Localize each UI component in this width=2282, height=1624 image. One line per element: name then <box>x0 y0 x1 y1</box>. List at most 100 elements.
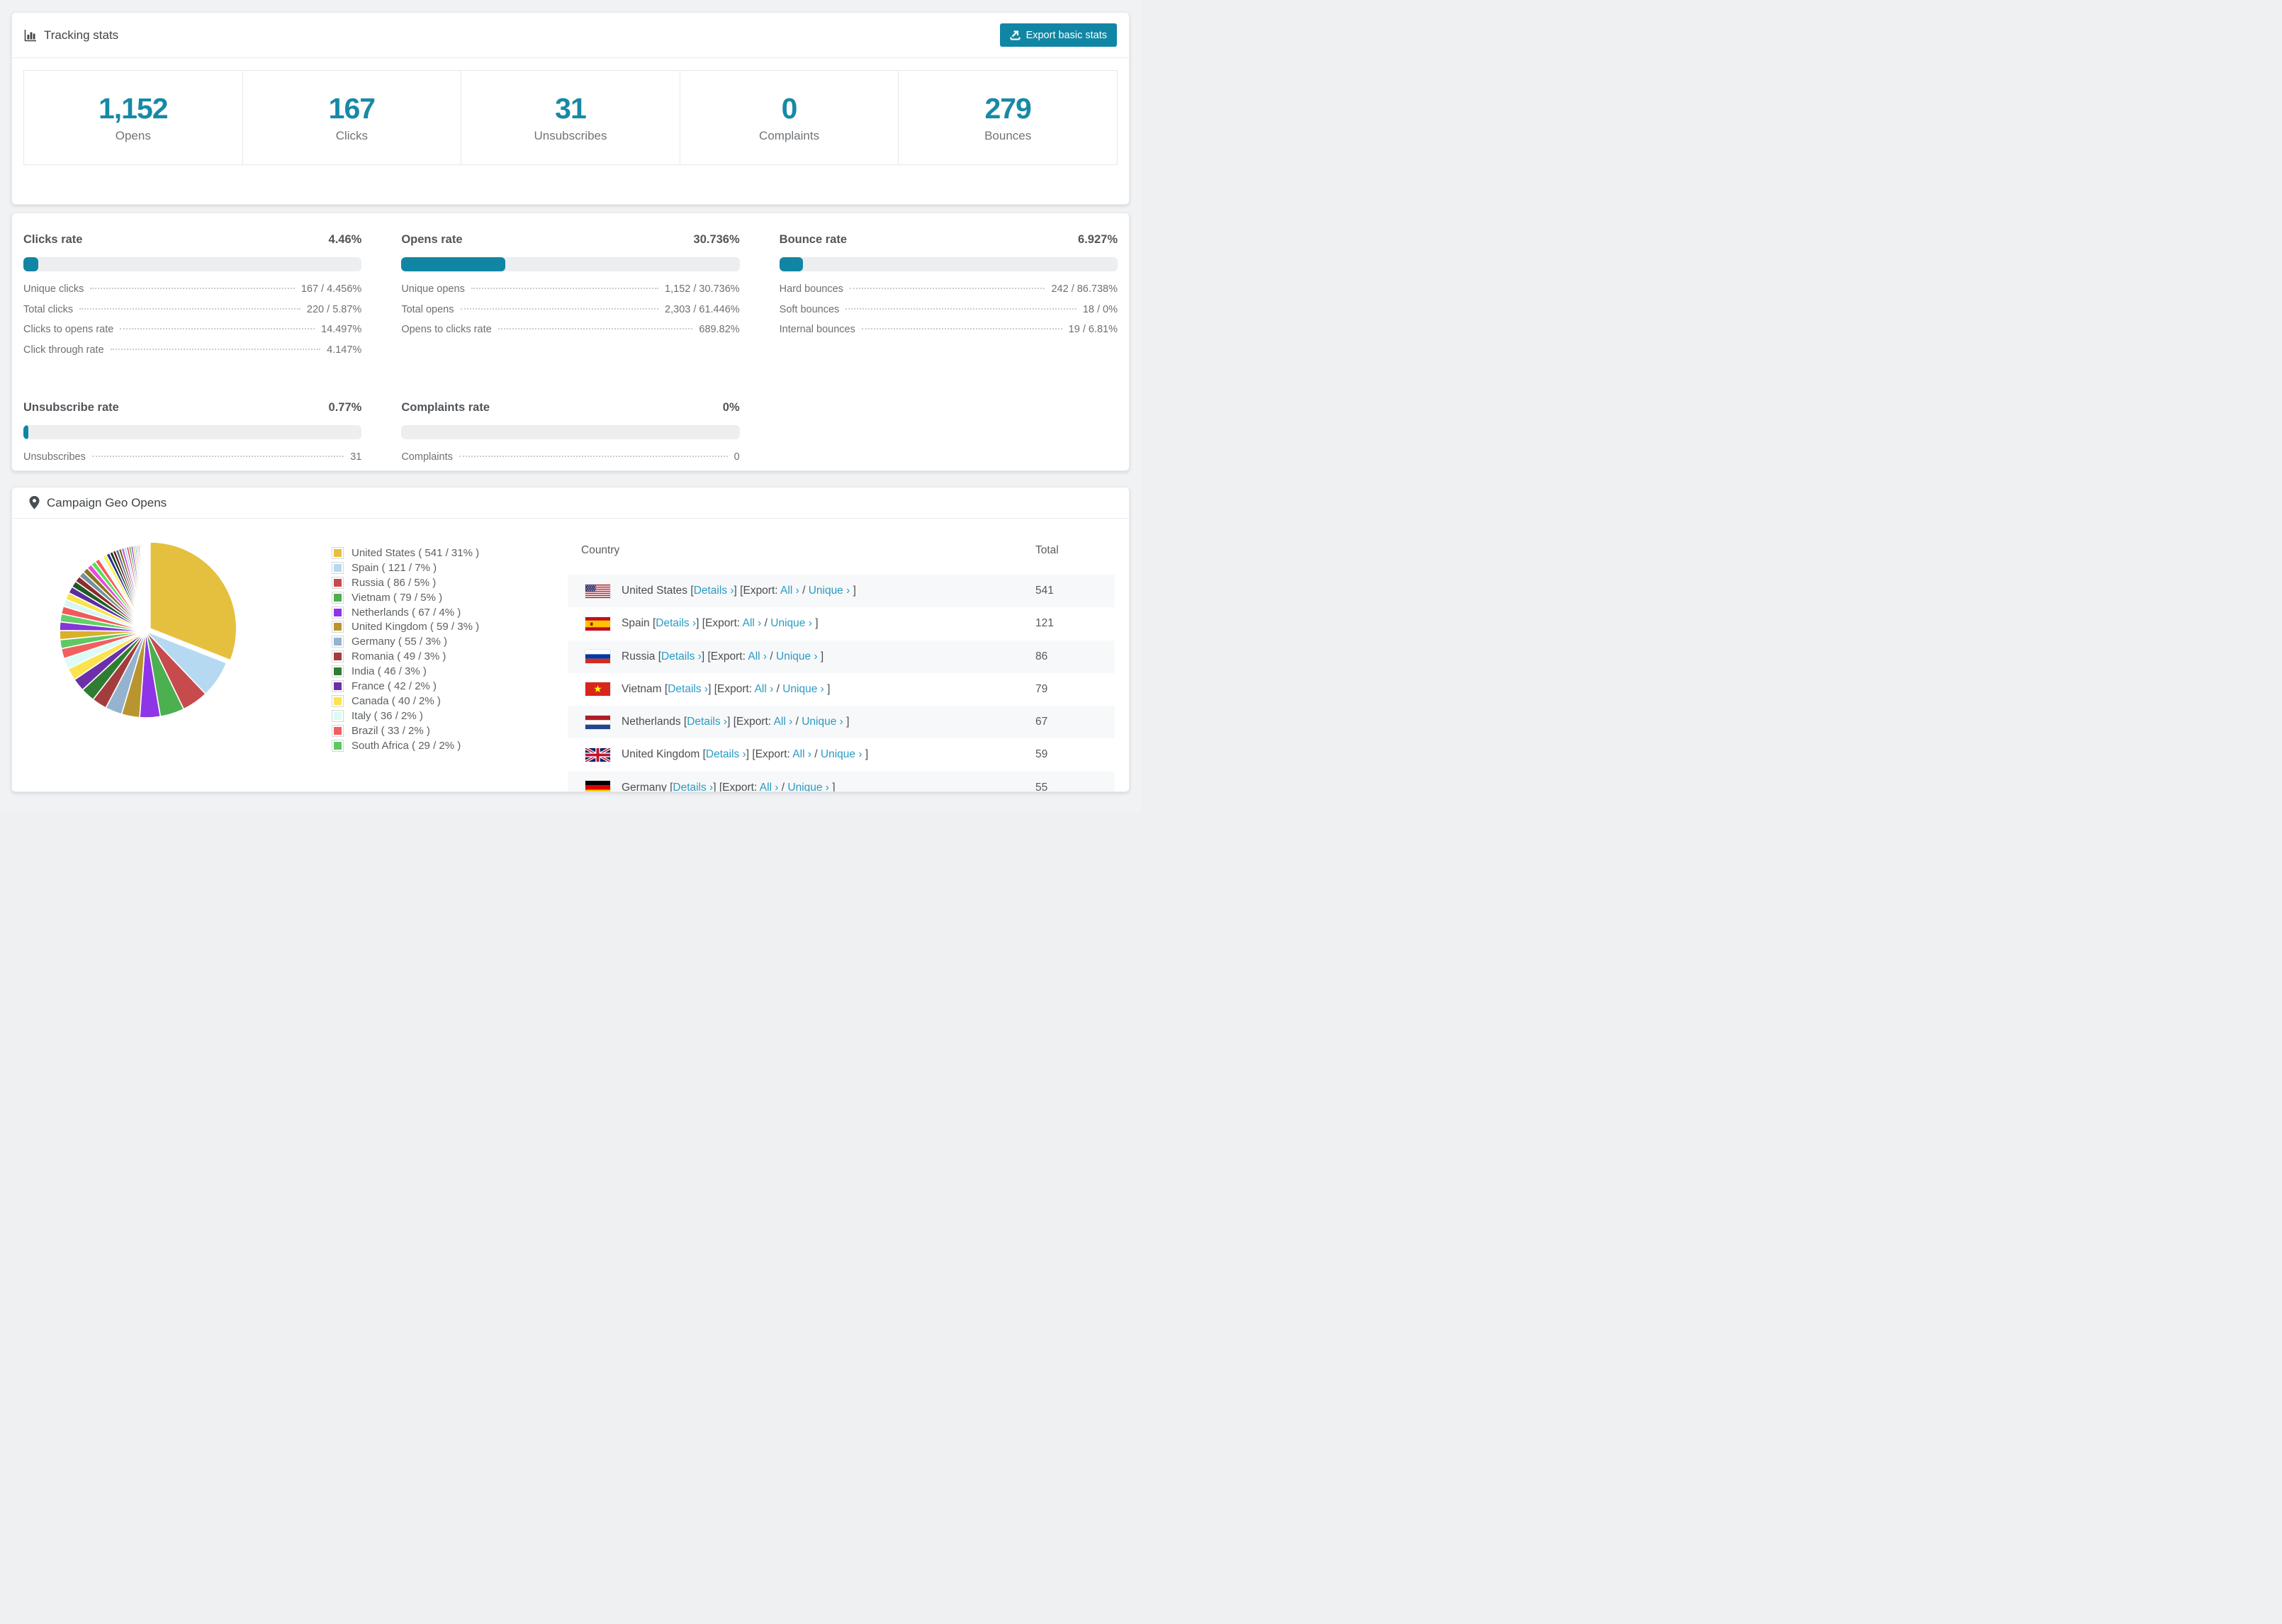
rate-row: Internal bounces 19 / 6.81% <box>780 324 1118 344</box>
rate-block: Clicks rate 4.46% Unique clicks 167 / 4.… <box>23 233 362 364</box>
stat-value: 31 <box>555 92 587 125</box>
legend-item: Vietnam ( 79 / 5% ) <box>332 590 479 605</box>
rate-progress-track <box>23 425 362 439</box>
stat-label: Opens <box>115 129 151 142</box>
export-unique-link[interactable]: Unique › <box>787 782 829 791</box>
rate-row: Total opens 2,303 / 61.446% <box>401 304 739 325</box>
geo-table-header: Country Total <box>568 541 1115 575</box>
stat-value: 167 <box>328 92 376 125</box>
country-cell: Russia [Details ›] [Export: All › / Uniq… <box>622 650 824 662</box>
details-link[interactable]: Details › <box>673 782 713 791</box>
details-link[interactable]: Details › <box>694 585 734 597</box>
campaign-geo-opens-card: Campaign Geo Opens United States ( 541 /… <box>11 487 1130 792</box>
rate-title: Opens rate <box>401 233 463 246</box>
legend-item: South Africa ( 29 / 2% ) <box>332 738 479 753</box>
export-all-link[interactable]: All › <box>743 617 762 629</box>
export-basic-stats-button[interactable]: Export basic stats <box>999 23 1117 47</box>
tracking-stats-header: Tracking stats Export basic stats <box>12 13 1129 58</box>
export-unique-link[interactable]: Unique › <box>770 617 812 629</box>
export-all-link[interactable]: All › <box>774 716 793 728</box>
legend-item: Italy ( 36 / 2% ) <box>332 709 479 723</box>
legend-label: India ( 46 / 3% ) <box>352 665 427 678</box>
country-flag-icon <box>585 781 610 791</box>
total-cell: 121 <box>1035 617 1054 630</box>
legend-swatch <box>332 650 344 663</box>
geo-table-body: United States [Details ›] [Export: All ›… <box>568 575 1115 792</box>
export-unique-link[interactable]: Unique › <box>776 650 818 662</box>
rate-title: Bounce rate <box>779 233 848 246</box>
rate-row-value: 167 / 4.456% <box>300 283 362 295</box>
table-row: Germany [Details ›] [Export: All › / Uni… <box>568 771 1115 792</box>
details-link[interactable]: Details › <box>687 716 727 728</box>
rate-value: 0.77% <box>328 401 362 414</box>
rate-row-value: 19 / 6.81% <box>1068 324 1118 335</box>
rate-progress-fill <box>401 257 506 271</box>
rate-rows: Unique opens 1,152 / 30.736% Total opens… <box>401 283 739 344</box>
export-unique-link[interactable]: Unique › <box>809 585 850 597</box>
rate-row-value: 4.147% <box>327 344 362 356</box>
country-flag-icon <box>585 616 610 631</box>
legend-item: United Kingdom ( 59 / 3% ) <box>332 619 479 634</box>
rates-card: Clicks rate 4.46% Unique clicks 167 / 4.… <box>11 213 1130 471</box>
export-prefix: [Export: <box>719 781 760 792</box>
rate-row: Unsubscribes 31 <box>23 451 361 472</box>
export-unique-link[interactable]: Unique › <box>782 683 824 695</box>
table-row: Spain [Details ›] [Export: All › / Uniqu… <box>568 607 1115 640</box>
legend-swatch <box>332 561 344 574</box>
country-name: Russia <box>622 650 656 662</box>
export-all-link[interactable]: All › <box>792 748 811 760</box>
summary-stat-cell: 0 Complaints <box>680 71 899 164</box>
rate-value: 6.927% <box>1078 233 1118 246</box>
export-all-link[interactable]: All › <box>780 585 799 597</box>
rate-row-value: 242 / 86.738% <box>1051 283 1118 295</box>
rate-row-value: 220 / 5.87% <box>306 303 362 315</box>
dotted-leader <box>849 288 1045 289</box>
export-icon <box>1010 30 1021 40</box>
dotted-leader <box>90 288 295 289</box>
rate-row-value: 1,152 / 30.736% <box>665 283 740 295</box>
export-unique-link[interactable]: Unique › <box>802 716 843 728</box>
details-link[interactable]: Details › <box>661 650 702 662</box>
rate-block: Unsubscribe rate 0.77% Unsubscribes 31 <box>23 401 362 472</box>
export-all-link[interactable]: All › <box>748 650 767 662</box>
details-link[interactable]: Details › <box>706 748 746 760</box>
rate-row-label: Clicks to opens rate <box>23 324 114 335</box>
stat-label: Clicks <box>335 129 369 142</box>
rate-value: 30.736% <box>693 233 740 246</box>
rate-progress-track <box>779 257 1118 271</box>
summary-stat-cell: 31 Unsubscribes <box>461 71 680 164</box>
total-cell: 79 <box>1035 682 1048 695</box>
legend-label: Spain ( 121 / 7% ) <box>352 561 437 574</box>
legend-label: Romania ( 49 / 3% ) <box>352 650 446 663</box>
export-prefix: [Export: <box>707 650 748 662</box>
details-link[interactable]: Details › <box>656 617 696 629</box>
rate-progress-track <box>401 257 740 271</box>
legend-swatch <box>332 546 344 559</box>
legend-swatch <box>332 724 344 737</box>
geo-title: Campaign Geo Opens <box>47 495 167 509</box>
rate-rows: Hard bounces 242 / 86.738% Soft bounces … <box>780 283 1118 344</box>
rate-row-label: Total opens <box>401 303 454 315</box>
dotted-leader <box>845 308 1077 310</box>
summary-stats-row: 1,152 Opens 167 Clicks 31 Unsubscribes 0… <box>23 70 1118 165</box>
rate-progress-fill <box>779 257 803 271</box>
export-unique-link[interactable]: Unique › <box>821 748 862 760</box>
details-link[interactable]: Details › <box>668 683 708 695</box>
rate-progress-track <box>23 257 362 271</box>
dotted-leader <box>498 328 693 329</box>
dotted-leader <box>79 308 300 310</box>
export-all-link[interactable]: All › <box>755 683 774 695</box>
column-header-country: Country <box>581 544 620 556</box>
legend-label: United States ( 541 / 31% ) <box>352 546 480 559</box>
table-row: United States [Details ›] [Export: All ›… <box>568 575 1115 608</box>
rate-row: Opens to clicks rate 689.82% <box>401 324 739 344</box>
total-cell: 59 <box>1035 748 1048 761</box>
dotted-leader <box>460 308 659 310</box>
export-all-link[interactable]: All › <box>760 782 779 791</box>
dotted-leader <box>471 288 659 289</box>
rate-row-label: Unsubscribes <box>23 451 86 463</box>
rate-row: Total clicks 220 / 5.87% <box>23 304 361 325</box>
export-prefix: [Export: <box>733 716 774 728</box>
rate-row: Unique opens 1,152 / 30.736% <box>401 283 739 304</box>
country-name: United Kingdom <box>622 748 700 761</box>
